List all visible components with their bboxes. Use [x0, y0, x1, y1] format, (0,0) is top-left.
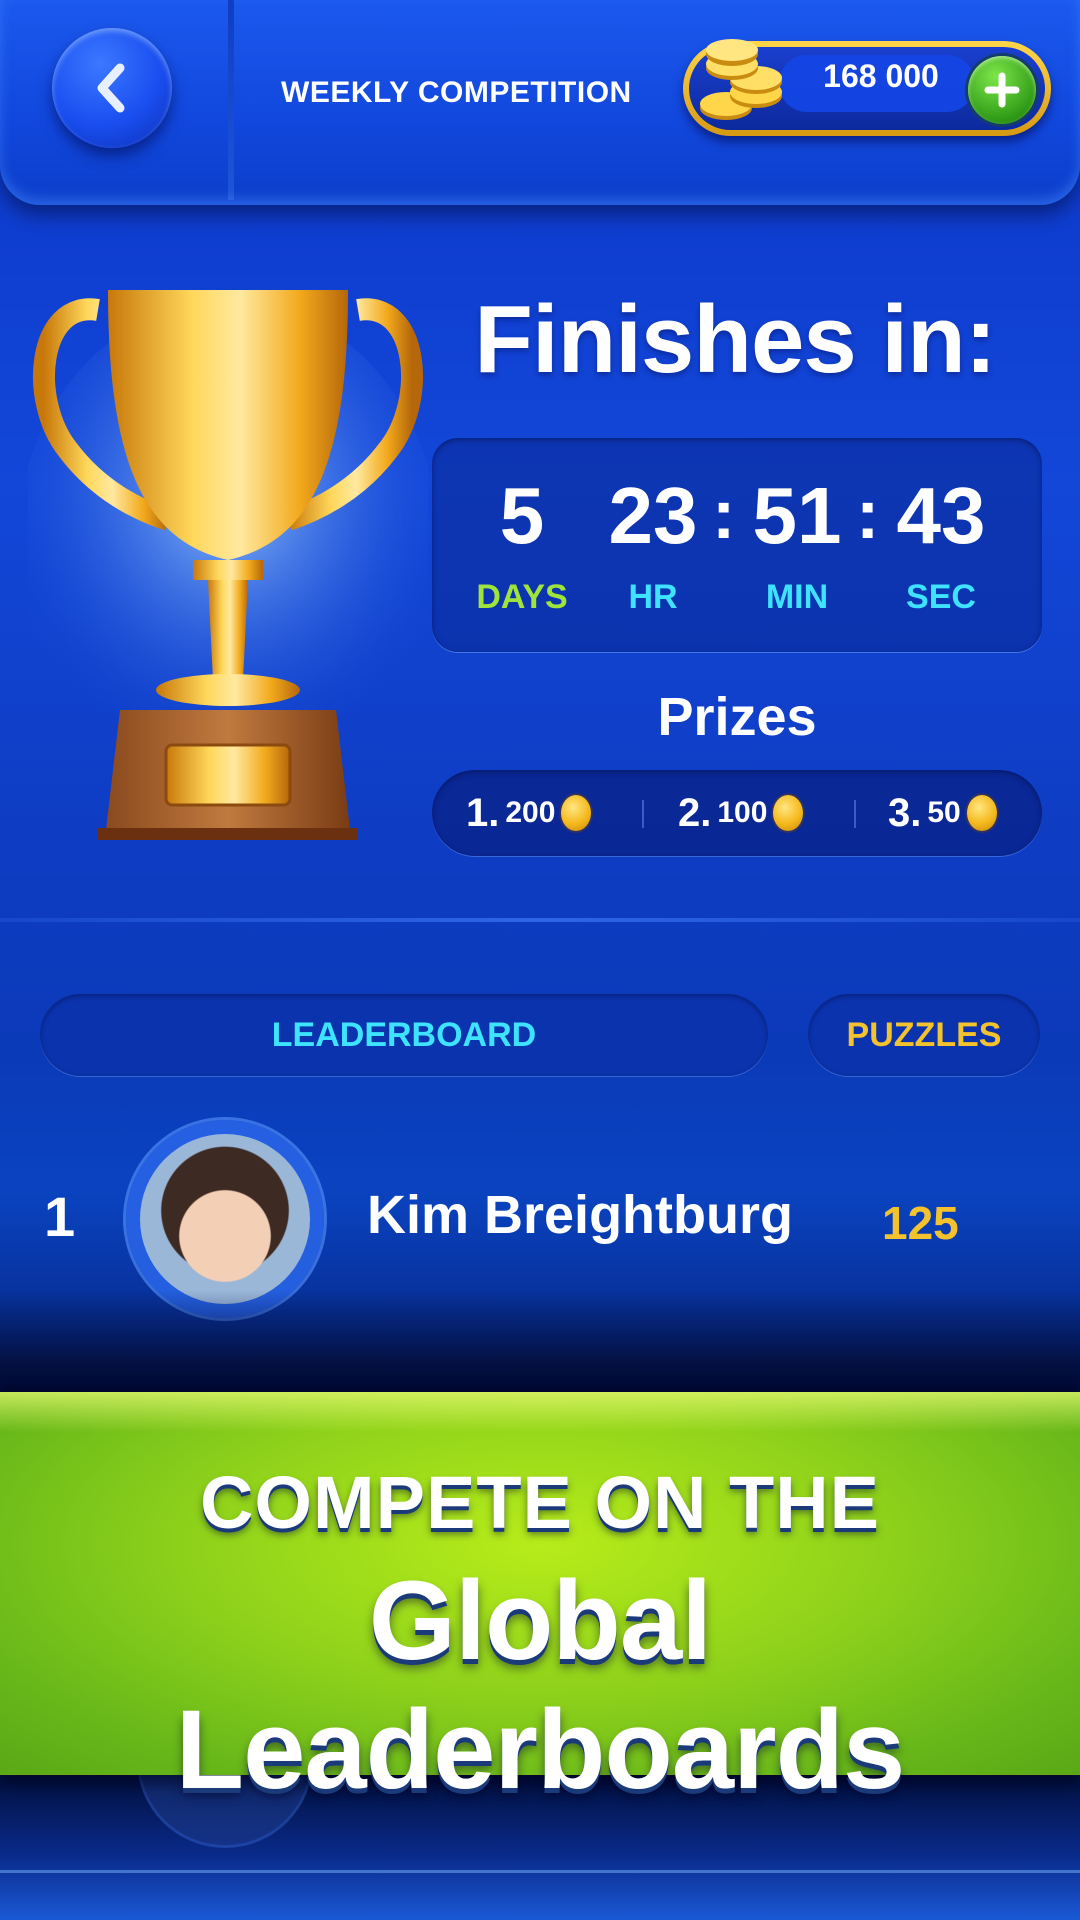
prize-rank: 1. [466, 790, 500, 835]
plus-icon [984, 72, 1020, 108]
tab-puzzles[interactable]: PUZZLES [808, 994, 1040, 1076]
coin-count: 168 000 [823, 58, 939, 94]
countdown-hours: 23 [608, 471, 698, 560]
hours-label: HR [628, 578, 678, 616]
prize-item: 3. 50 [888, 788, 997, 838]
chevron-left-icon [97, 63, 125, 113]
days-label: DAYS [476, 578, 568, 616]
countdown-seconds: 43 [896, 471, 986, 560]
header-divider [228, 0, 234, 200]
banner-title: Global Leaderboards [175, 1558, 906, 1812]
avatar[interactable] [140, 1134, 310, 1304]
row-shadow [0, 1290, 1080, 1400]
prize-rank: 3. [888, 790, 922, 835]
page-title: WEEKLY COMPETITION [281, 76, 632, 109]
countdown-minutes: 51 [752, 471, 842, 560]
prize-amount: 200 [505, 796, 556, 829]
coin-icon [966, 795, 997, 831]
trophy-icon [28, 290, 428, 840]
leaderboard-rank: 1 [44, 1185, 76, 1248]
prize-amount: 50 [927, 796, 961, 829]
row-divider [0, 1870, 1080, 1873]
colon-separator: : [712, 475, 736, 553]
coin-stack-icon [700, 39, 782, 120]
tab-leaderboard[interactable]: LEADERBOARD [40, 994, 768, 1076]
prize-amount: 100 [717, 796, 768, 829]
player-score: 125 [882, 1197, 959, 1249]
seconds-label: SEC [906, 578, 976, 616]
player-name[interactable]: Kim Breightburg [367, 1184, 793, 1246]
prize-rank: 2. [678, 790, 712, 835]
prize-item: 1. 200 [466, 788, 592, 838]
section-divider [0, 918, 1080, 922]
banner-headline: COMPETE ON THE [199, 1461, 881, 1544]
coin-icon [773, 795, 804, 831]
prizes-title: Prizes [657, 687, 817, 747]
countdown-heading: Finishes in: [474, 286, 996, 393]
add-coins-button[interactable] [968, 56, 1036, 124]
back-button[interactable] [52, 28, 172, 148]
minutes-label: MIN [765, 578, 829, 616]
prize-divider [854, 800, 856, 828]
prize-divider [642, 800, 644, 828]
prize-item: 2. 100 [678, 788, 804, 838]
countdown-days: 5 [499, 471, 545, 560]
coin-icon [561, 795, 592, 831]
colon-separator: : [856, 475, 880, 553]
